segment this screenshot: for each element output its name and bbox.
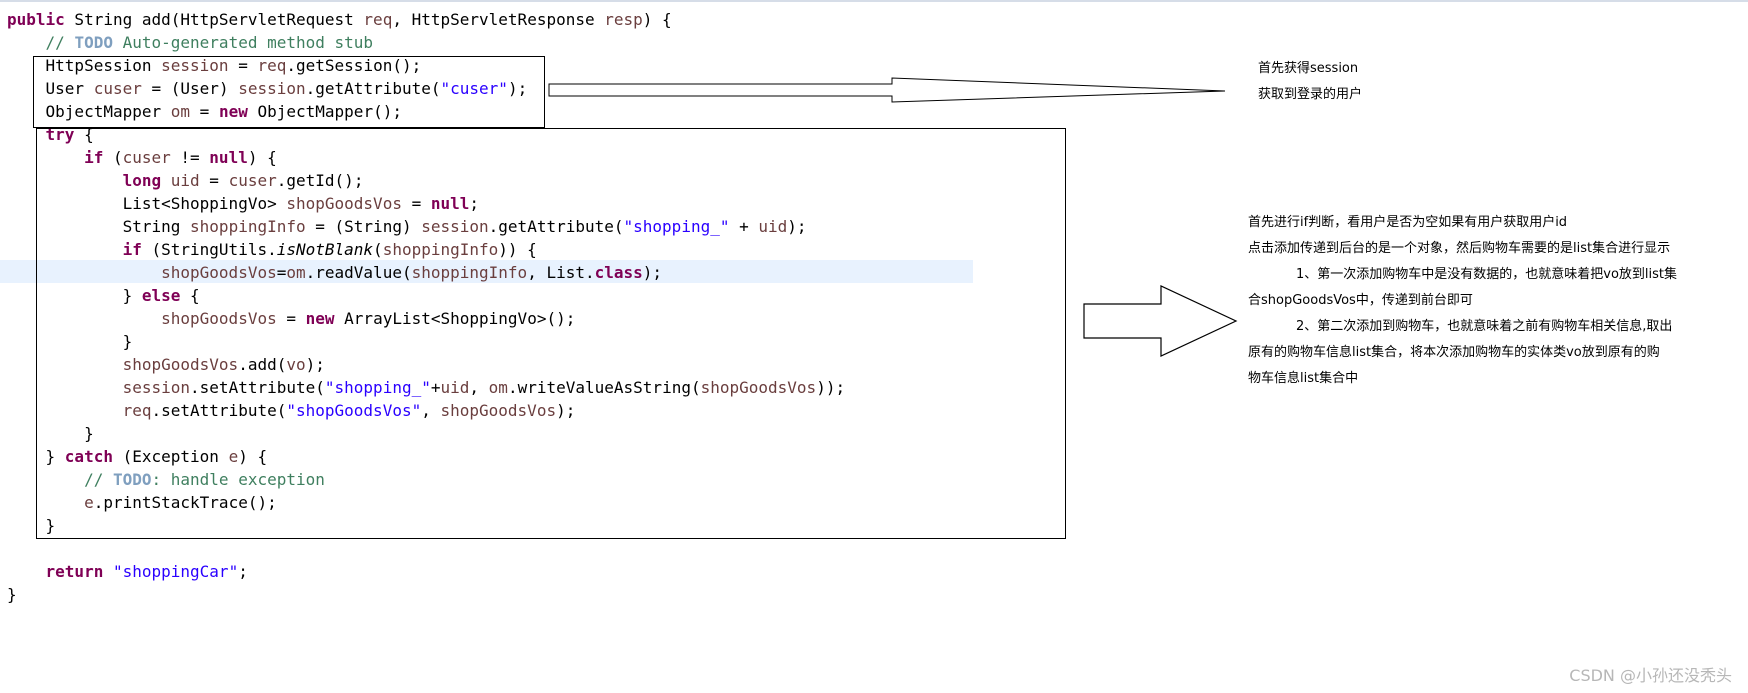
top-annotation: 首先获得session 获取到登录的用户 (1258, 56, 1362, 108)
keyword: return (45, 562, 104, 581)
watermark: CSDN @小孙还没秃头 (1569, 666, 1732, 685)
todo-tag: TODO (74, 33, 113, 52)
code-line-comment: // TODO Auto-generated method stub (7, 31, 374, 54)
annotation-line: 2、第二次添加到购物车，也就意味着之前有购物车相关信息,取出 (1296, 319, 1673, 334)
annotation-line: 合shopGoodsVos中，传递到前台即可 (1248, 293, 1473, 308)
annotation-line: 原有的购物车信息list集合，将本次添加购物车的实体类vo放到原有的购 (1248, 345, 1660, 360)
session-block-frame (33, 56, 545, 128)
parameter: req (363, 10, 393, 29)
code-text: ) { (642, 10, 672, 29)
try-block-frame (36, 128, 1066, 539)
annotation-line: 物车信息list集合中 (1248, 371, 1359, 386)
annotation-line: 获取到登录的用户 (1258, 87, 1363, 102)
editor-screenshot: public String add(HttpServletRequest req… (0, 0, 1748, 693)
code-text: String add(HttpServletRequest (64, 10, 364, 29)
code-text: , HttpServletResponse (392, 10, 605, 29)
annotation-line: 首先获得session (1258, 61, 1359, 76)
code-line-signature: public String add(HttpServletRequest req… (7, 8, 672, 31)
parameter: resp (604, 10, 643, 29)
string-literal: "shoppingCar" (112, 562, 239, 581)
annotation-line: 1、第一次添加购物车中是没有数据的，也就意味着把vo放到list集 (1296, 267, 1678, 282)
right-annotation: 首先进行if判断，看用户是否为空如果有用户获取用户id 点击添加传递到后台的是一… (1248, 210, 1677, 392)
code-line-close-method: } (7, 583, 17, 606)
code-line-return: return "shoppingCar"; (7, 560, 248, 583)
editor-top-border (0, 0, 1748, 2)
comment: // (45, 33, 75, 52)
annotation-line: 点击添加传递到后台的是一个对象，然后购物车需要的是list集合进行显示 (1248, 241, 1671, 256)
comment: Auto-generated method stub (112, 33, 374, 52)
code-text: ; (238, 562, 248, 581)
annotation-line: 首先进行if判断，看用户是否为空如果有用户获取用户id (1248, 215, 1568, 230)
code-text: } (7, 585, 17, 604)
keyword: public (7, 10, 65, 29)
